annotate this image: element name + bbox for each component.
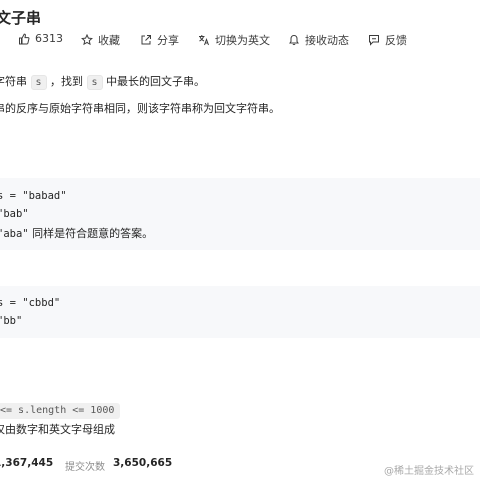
feedback-icon [369, 35, 379, 46]
share-button[interactable]: 分享 [140, 32, 179, 48]
problem-title: 文子串 [0, 9, 42, 27]
example-2-output: "bb" [0, 315, 23, 327]
example-2-block: s = "cbbd" "bb" [0, 286, 480, 338]
share-label: 分享 [157, 34, 179, 47]
feedback-label: 反馈 [385, 34, 407, 47]
translate-icon [199, 35, 209, 46]
example-1-explanation: "aba" 同样是符合题意的答案。 [0, 227, 154, 240]
description-line-1: 字符串 s ，找到 s 中最长的回文子串。 [0, 75, 206, 90]
share-icon [141, 35, 151, 45]
constraint-length: <= s.length <= 1000 [0, 403, 121, 419]
watermark: @稀土掘金技术社区 [384, 466, 474, 477]
star-icon [81, 34, 93, 46]
submissions-label: 提交次数 [65, 462, 105, 473]
example-1-block: s = "babad" "bab" "aba" 同样是符合题意的答案。 [0, 178, 480, 250]
bell-icon [289, 34, 299, 46]
inline-code-s: s [30, 75, 47, 90]
favorite-label: 收藏 [98, 34, 120, 47]
accepted-count: 1,367,445 [0, 457, 54, 469]
inline-code-s: s [86, 75, 103, 90]
example-1-output: "bab" [0, 208, 29, 220]
example-1-input: s = "babad" [0, 190, 67, 202]
notify-button[interactable]: 接收动态 [288, 32, 349, 48]
description-line-2: 串的反序与原始字符串相同，则该字符串称为回文字符串。 [0, 102, 280, 115]
thumbs-up-icon [19, 33, 30, 44]
translate-button[interactable]: 切换为英文 [198, 32, 270, 48]
like-button[interactable]: 6313 [18, 32, 63, 45]
notify-label: 接收动态 [305, 34, 349, 47]
feedback-button[interactable]: 反馈 [368, 32, 407, 48]
translate-label: 切换为英文 [215, 34, 270, 47]
submissions-count: 3,650,665 [113, 457, 173, 469]
likes-count: 6313 [35, 32, 63, 45]
favorite-button[interactable]: 收藏 [81, 32, 120, 48]
toolbar: 6313 收藏 分享 切换为英文 接收动态 反馈 [0, 32, 480, 50]
constraint-chars: 仅由数字和英文字母组成 [0, 423, 115, 436]
example-2-input: s = "cbbd" [0, 297, 61, 309]
